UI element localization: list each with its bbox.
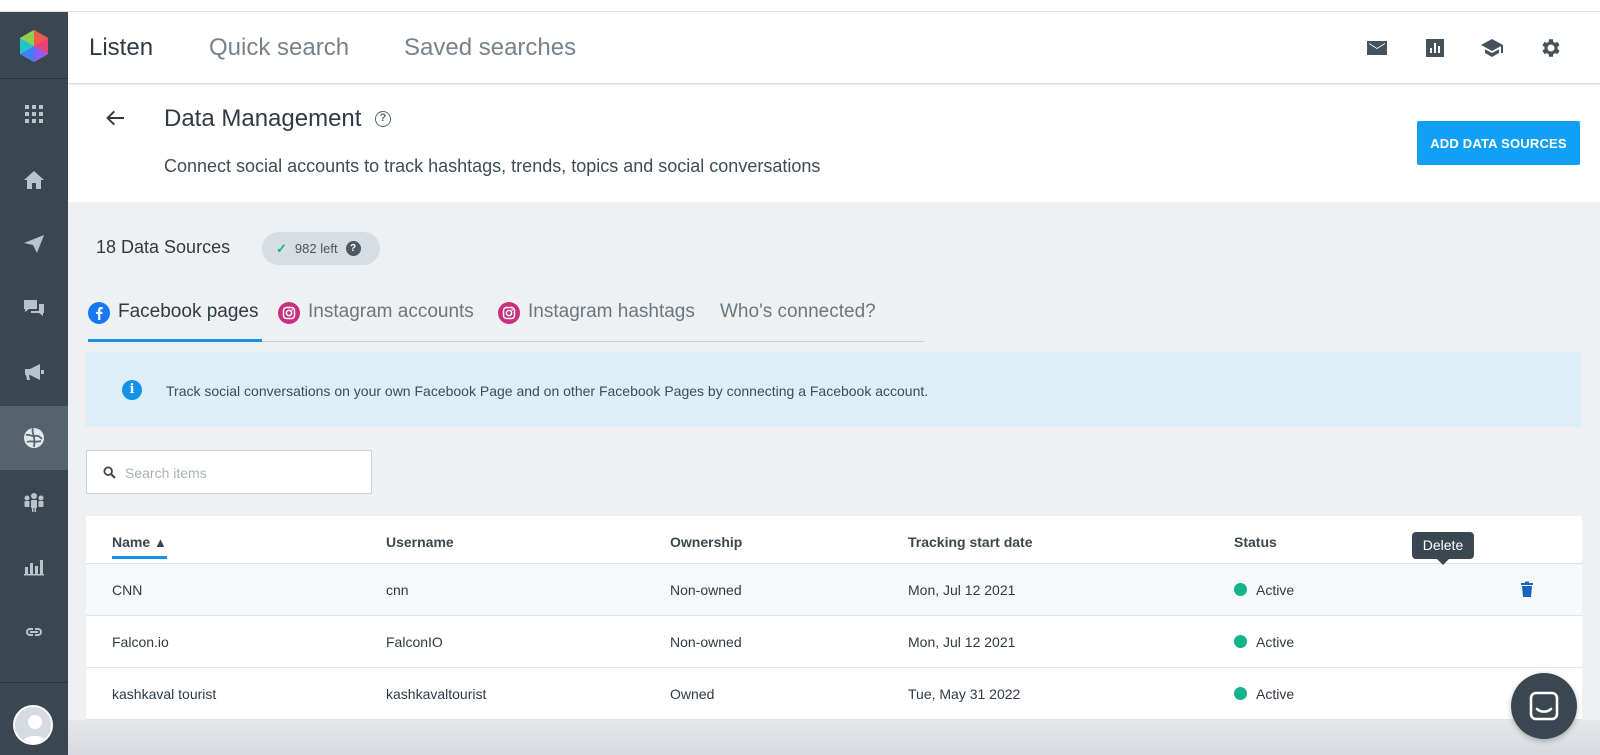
cell-ownership: Non-owned xyxy=(670,634,742,650)
tab-whos-connected[interactable]: Who's connected? xyxy=(720,296,876,342)
advertise-icon xyxy=(25,364,44,380)
cell-tracking-date: Tue, May 31 2022 xyxy=(908,686,1021,702)
sidebar-item-link[interactable] xyxy=(0,600,68,664)
column-header-status[interactable]: Status xyxy=(1234,534,1277,550)
nav-tab-quick-search[interactable]: Quick search xyxy=(209,34,349,62)
tab-facebook-pages[interactable]: Facebook pages xyxy=(88,296,262,342)
help-icon[interactable]: ? xyxy=(345,241,361,256)
cell-status: Active xyxy=(1256,582,1295,598)
cell-status: Active xyxy=(1256,686,1295,702)
sidebar-item-advertise[interactable] xyxy=(0,340,68,404)
delete-tooltip: Delete xyxy=(1412,532,1474,565)
top-navigation: Listen Quick search Saved searches xyxy=(68,12,1600,84)
cell-tracking-date: Mon, Jul 12 2021 xyxy=(908,634,1016,650)
search-icon xyxy=(103,466,116,479)
page-subtitle: Connect social accounts to track hashtag… xyxy=(164,156,821,176)
home-icon xyxy=(24,171,44,189)
tab-label: Instagram hashtags xyxy=(528,301,695,322)
apps-icon xyxy=(25,105,43,123)
listen-icon xyxy=(24,428,44,448)
cell-status: Active xyxy=(1256,634,1295,650)
table-row[interactable]: Falcon.io FalconIO Non-owned Mon, Jul 12… xyxy=(86,616,1582,668)
sidebar-divider xyxy=(0,78,68,79)
facebook-icon xyxy=(88,302,110,324)
info-icon: i xyxy=(122,380,142,400)
column-header-ownership[interactable]: Ownership xyxy=(670,534,742,550)
avatar[interactable] xyxy=(13,705,53,745)
info-text: Track social conversations on your own F… xyxy=(166,383,929,399)
audience-icon xyxy=(24,493,44,512)
settings-icon[interactable] xyxy=(1538,36,1562,60)
link-icon xyxy=(26,628,42,636)
table-row[interactable]: CNN cnn Non-owned Mon, Jul 12 2021 Activ… xyxy=(86,564,1582,616)
tab-instagram-hashtags[interactable]: Instagram hashtags xyxy=(498,296,695,342)
sidebar-item-publish[interactable] xyxy=(0,212,68,276)
engage-icon xyxy=(24,300,44,316)
app-logo-icon[interactable] xyxy=(17,29,51,63)
nav-tab-saved-searches[interactable]: Saved searches xyxy=(404,34,576,62)
status-active-dot-icon xyxy=(1234,583,1247,596)
window-top-strip xyxy=(0,0,1600,12)
sidebar-item-engage[interactable] xyxy=(0,276,68,340)
sidebar xyxy=(0,12,68,755)
cell-username: kashkavaltourist xyxy=(386,686,487,702)
status-active-dot-icon xyxy=(1234,635,1247,648)
academy-icon[interactable] xyxy=(1480,36,1504,60)
page-bottom-shade xyxy=(68,720,1600,755)
column-header-label: Name xyxy=(112,534,151,550)
tab-label: Facebook pages xyxy=(118,301,259,322)
cell-ownership: Non-owned xyxy=(670,582,742,598)
sidebar-item-audience[interactable] xyxy=(0,470,68,534)
cell-tracking-date: Mon, Jul 12 2021 xyxy=(908,582,1016,598)
nav-tab-listen[interactable]: Listen xyxy=(89,34,153,62)
remaining-badge: ✓ 982 left ? xyxy=(262,232,380,265)
column-header-username[interactable]: Username xyxy=(386,534,454,550)
data-sources-table: Name ▲ Username Ownership Tracking start… xyxy=(86,516,1582,720)
trash-icon[interactable] xyxy=(1518,580,1536,598)
sidebar-item-apps[interactable] xyxy=(0,82,68,146)
back-arrow-icon[interactable] xyxy=(104,107,126,129)
add-data-sources-button[interactable]: ADD DATA SOURCES xyxy=(1417,121,1580,165)
remaining-label: 982 left xyxy=(294,241,338,256)
column-header-name[interactable]: Name ▲ xyxy=(112,534,167,559)
search-box xyxy=(86,450,372,494)
help-icon[interactable]: ? xyxy=(375,111,391,127)
report-icon[interactable] xyxy=(1423,36,1447,60)
sort-ascending-icon: ▲ xyxy=(154,535,167,550)
cell-username: cnn xyxy=(386,582,409,598)
column-header-tracking-start-date[interactable]: Tracking start date xyxy=(908,534,1033,550)
chat-icon xyxy=(1529,691,1559,721)
tab-label: Who's connected? xyxy=(720,301,876,322)
user-avatar-icon xyxy=(15,707,51,743)
data-sources-count: 18 Data Sources xyxy=(96,237,231,257)
chat-launcher-button[interactable] xyxy=(1511,673,1577,739)
sidebar-item-home[interactable] xyxy=(0,148,68,212)
info-banner: i Track social conversations on your own… xyxy=(86,352,1582,427)
tab-label: Instagram accounts xyxy=(308,301,474,322)
publish-icon xyxy=(24,235,44,253)
sidebar-divider xyxy=(0,682,68,683)
cell-ownership: Owned xyxy=(670,686,715,702)
cell-name: Falcon.io xyxy=(112,634,169,650)
check-icon: ✓ xyxy=(276,240,287,256)
mail-icon[interactable] xyxy=(1365,36,1389,60)
cell-name: kashkaval tourist xyxy=(112,686,217,702)
instagram-icon xyxy=(498,302,520,324)
source-tabs: Facebook pages Instagram accounts Instag… xyxy=(88,296,924,342)
cell-username: FalconIO xyxy=(386,634,443,650)
measure-icon xyxy=(24,560,44,576)
table-row[interactable]: kashkaval tourist kashkavaltourist Owned… xyxy=(86,668,1582,720)
table-header-row: Name ▲ Username Ownership Tracking start… xyxy=(86,516,1582,564)
sidebar-item-listen[interactable] xyxy=(0,406,68,470)
page-title: Data Management xyxy=(164,105,362,132)
search-input[interactable] xyxy=(125,461,355,485)
instagram-icon xyxy=(278,302,300,324)
status-active-dot-icon xyxy=(1234,687,1247,700)
sidebar-item-measure[interactable] xyxy=(0,534,68,598)
page-header: Data Management ? Connect social account… xyxy=(68,85,1600,202)
tab-instagram-accounts[interactable]: Instagram accounts xyxy=(278,296,474,342)
cell-name: CNN xyxy=(112,582,143,598)
